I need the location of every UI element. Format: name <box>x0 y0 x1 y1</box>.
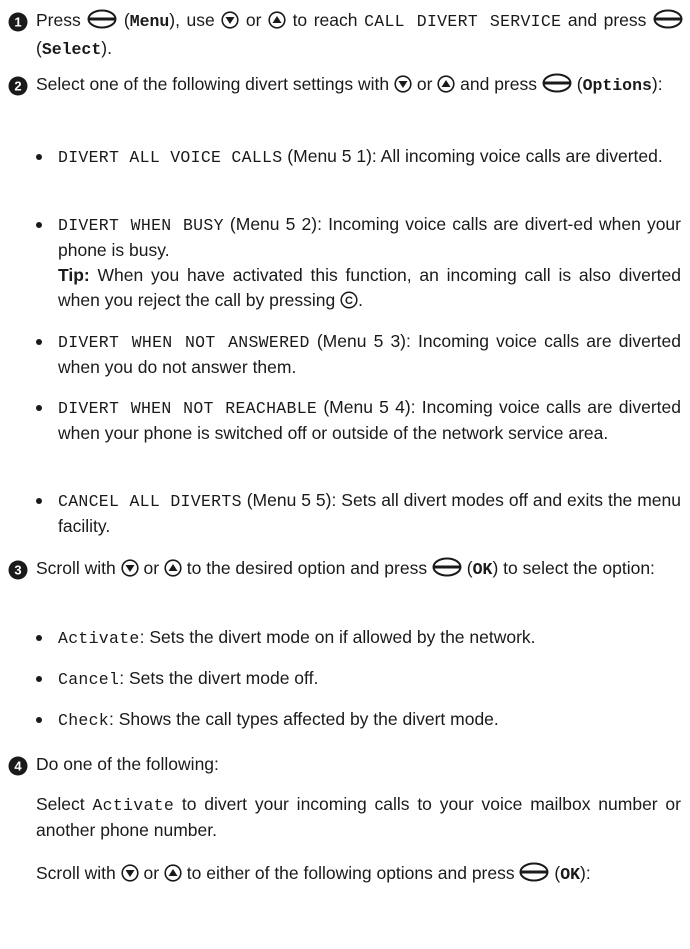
list-item-text: DIVERT WHEN NOT REACHABLE (Menu 5 4): In… <box>58 397 682 443</box>
step-3-text: Scroll with or to the desired option and… <box>36 556 683 584</box>
step-3: 3 Scroll with or to the desired option a… <box>8 556 683 584</box>
step-4: 4 Do one of the following: <box>8 752 683 777</box>
svg-text:4: 4 <box>14 759 22 774</box>
step-1-text: Press (Menu), use or to reach CALL DIVER… <box>36 8 683 62</box>
scroll-up-key-icon <box>164 864 182 889</box>
step-number-1-icon: 1 <box>8 12 28 32</box>
list-item-text: Activate: Sets the divert mode on if all… <box>58 627 536 648</box>
scroll-up-key-icon <box>437 75 455 100</box>
bullet-icon <box>36 676 42 682</box>
selection-key-icon <box>87 9 117 36</box>
bullet-icon <box>36 635 42 641</box>
scroll-down-key-icon <box>121 559 139 584</box>
step-1: 1 Press (Menu), use or to reach CALL DIV… <box>8 8 683 62</box>
bullet-icon <box>36 405 42 411</box>
svg-text:2: 2 <box>14 79 21 94</box>
list-item: DIVERT WHEN NOT REACHABLE (Menu 5 4): In… <box>36 395 681 446</box>
list-item: CANCEL ALL DIVERTS (Menu 5 5): Sets all … <box>36 488 681 539</box>
step-2: 2 Select one of the following divert set… <box>8 72 683 100</box>
bullet-icon <box>36 339 42 345</box>
step-2-text: Select one of the following divert setti… <box>36 72 683 100</box>
list-item-text: Check: Shows the call types affected by … <box>58 709 499 730</box>
scroll-down-key-icon <box>221 11 239 36</box>
scroll-up-key-icon <box>268 11 286 36</box>
bullet-icon <box>36 717 42 723</box>
svg-text:3: 3 <box>14 563 21 578</box>
list-item: DIVERT ALL VOICE CALLS (Menu 5 1): All i… <box>36 144 681 170</box>
list-item-text: Cancel: Sets the divert mode off. <box>58 668 319 689</box>
selection-key-icon <box>432 557 462 584</box>
selection-key-icon <box>542 73 572 100</box>
paragraph: Select Activate to divert your incoming … <box>36 794 681 840</box>
scroll-up-key-icon <box>164 559 182 584</box>
step-number-3-icon: 3 <box>8 560 28 580</box>
step-4-text: Do one of the following: <box>36 754 219 774</box>
list-item-text: CANCEL ALL DIVERTS (Menu 5 5): Sets all … <box>58 490 681 536</box>
step-number-2-icon: 2 <box>8 76 28 96</box>
bullet-icon <box>36 154 42 160</box>
svg-text:C: C <box>345 295 353 307</box>
step-number-4-icon: 4 <box>8 756 28 776</box>
list-item: Activate: Sets the divert mode on if all… <box>36 625 681 651</box>
list-item-text: DIVERT WHEN BUSY (Menu 5 2): Incoming vo… <box>58 212 681 316</box>
clear-key-icon: C <box>340 291 358 316</box>
list-item: DIVERT WHEN NOT ANSWERED (Menu 5 3): Inc… <box>36 329 681 380</box>
selection-key-icon <box>653 9 683 36</box>
list-item-text: DIVERT WHEN NOT ANSWERED (Menu 5 3): Inc… <box>58 331 682 377</box>
bullet-icon <box>36 222 42 228</box>
paragraph: Scroll with or to either of the followin… <box>36 861 681 889</box>
list-item-text: DIVERT ALL VOICE CALLS (Menu 5 1): All i… <box>58 146 663 167</box>
scroll-down-key-icon <box>394 75 412 100</box>
list-item: Cancel: Sets the divert mode off. <box>36 666 681 692</box>
svg-text:1: 1 <box>14 15 21 30</box>
selection-key-icon <box>519 862 549 889</box>
list-item: Check: Shows the call types affected by … <box>36 707 681 733</box>
bullet-icon <box>36 498 42 504</box>
scroll-down-key-icon <box>121 864 139 889</box>
list-item: DIVERT WHEN BUSY (Menu 5 2): Incoming vo… <box>36 212 681 316</box>
